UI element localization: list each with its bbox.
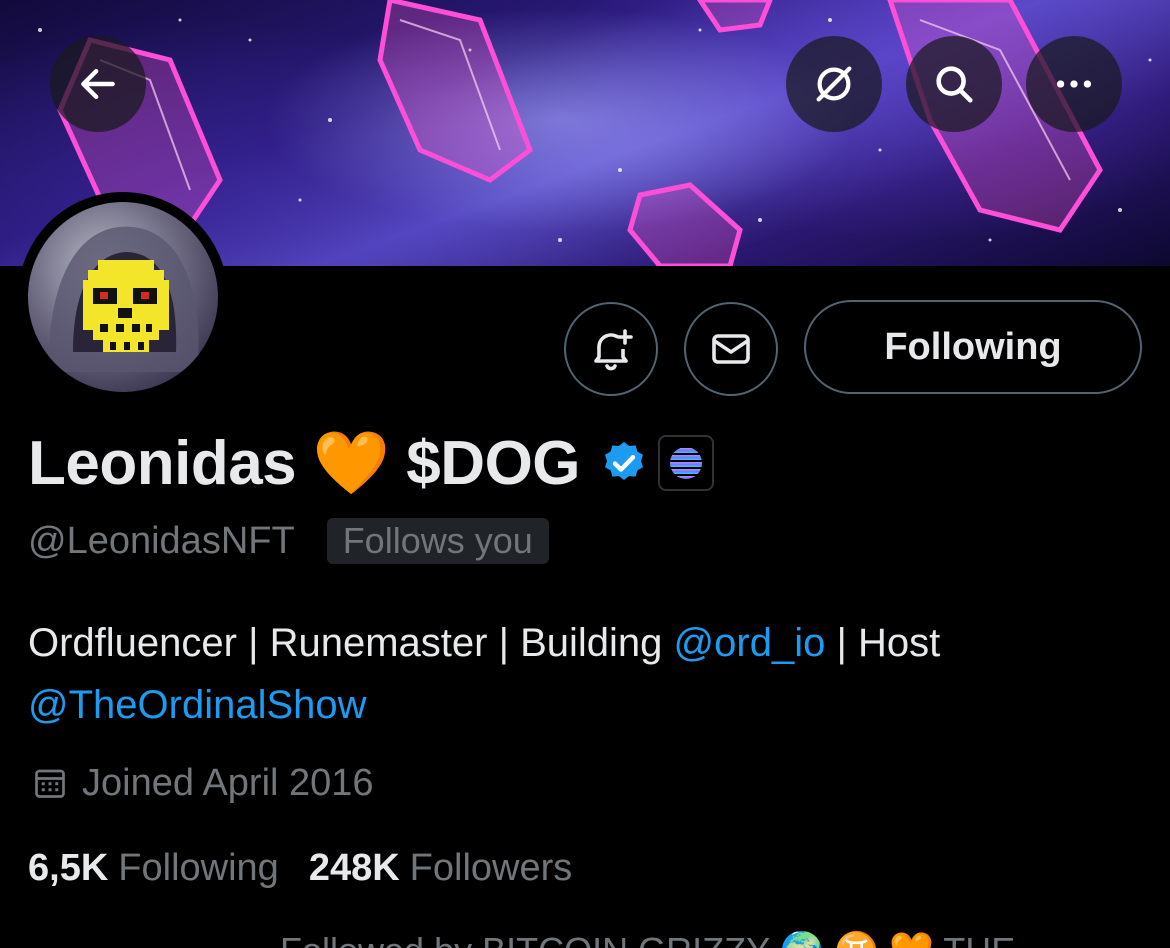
profile-name-row: Leonidas 🧡 $DOG [28, 428, 715, 498]
back-button[interactable] [50, 36, 146, 132]
more-horizontal-icon [1056, 80, 1092, 88]
message-button[interactable] [684, 302, 778, 396]
following-label: Following [118, 846, 279, 889]
verified-badge-icon[interactable] [600, 439, 648, 487]
grok-button[interactable] [786, 36, 882, 132]
search-button[interactable] [906, 36, 1002, 132]
followers-stat-link[interactable]: 248K Followers [309, 847, 572, 890]
bio-mention-link[interactable]: @ord_io [674, 621, 826, 665]
joined-date-row: Joined April 2016 [32, 758, 374, 808]
search-icon [936, 66, 973, 103]
affiliation-badge-icon[interactable] [658, 435, 715, 491]
bio-text: Ordfluencer | Runemaster | Building [28, 621, 674, 665]
pixel-skull-avatar-art [48, 226, 199, 372]
handle-row: @LeonidasNFT Follows you [28, 515, 549, 567]
envelope-icon [712, 334, 750, 364]
bio-mention-link[interactable]: @TheOrdinalShow [28, 683, 367, 727]
follows-you-badge: Follows you [326, 518, 549, 564]
more-button[interactable] [1026, 36, 1122, 132]
follow-stats: 6,5K Following 248K Followers [28, 842, 572, 894]
bell-plus-icon [594, 329, 633, 371]
avatar[interactable] [18, 192, 228, 402]
ord-io-logo-icon [670, 448, 703, 479]
display-name: Leonidas 🧡 $DOG [28, 428, 581, 498]
user-handle: @LeonidasNFT [28, 519, 295, 562]
notifications-button[interactable] [564, 302, 658, 396]
avatar-image [28, 202, 218, 392]
bio-text: | Host [825, 621, 941, 665]
following-stat-link[interactable]: 6,5K Following [28, 847, 279, 890]
followed-by-text[interactable]: Followed by BITCOIN GRIZZY 🌍 ♊ 🧡 THE [280, 930, 1015, 948]
followers-count: 248K [308, 846, 400, 889]
joined-date: Joined April 2016 [82, 761, 374, 804]
following-count: 6,5K [28, 846, 109, 889]
profile-bio: Ordfluencer | Runemaster | Building @ord… [28, 612, 1148, 736]
arrow-left-icon [81, 68, 115, 100]
following-button[interactable]: Following [804, 300, 1142, 394]
followers-label: Followers [409, 846, 573, 889]
grok-icon [816, 66, 852, 102]
calendar-icon [35, 769, 65, 798]
